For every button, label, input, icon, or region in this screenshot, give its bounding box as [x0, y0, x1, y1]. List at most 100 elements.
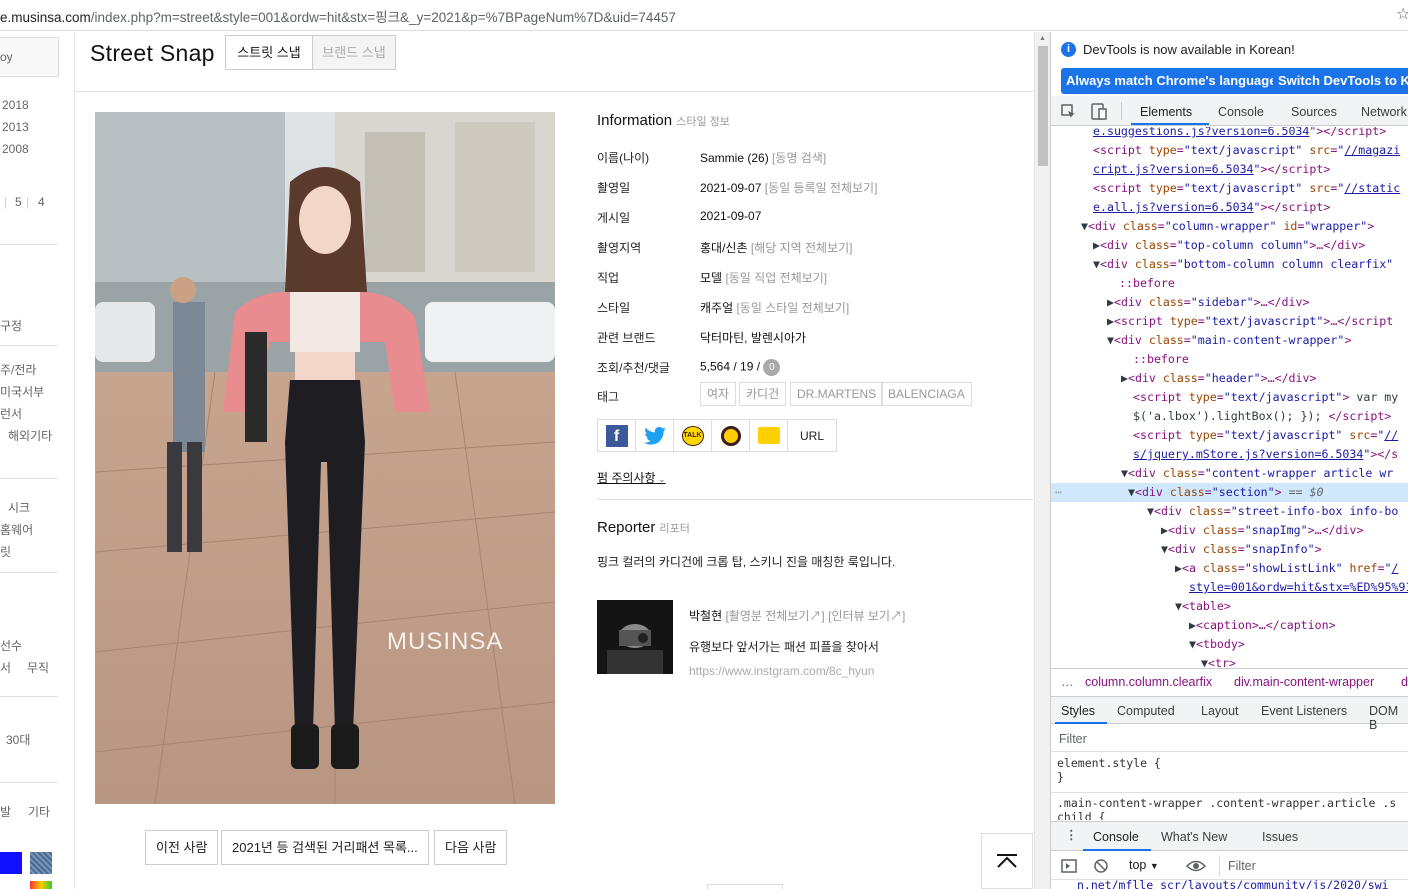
subtab-computed[interactable]: Computed: [1117, 704, 1175, 718]
subtab-event-listeners[interactable]: Event Listeners: [1261, 704, 1347, 718]
page-scrollbar[interactable]: ▲: [1034, 32, 1050, 889]
dom-line[interactable]: cript.js?version=6.5034"></script>: [1093, 160, 1330, 179]
sidebar-page[interactable]: 4: [38, 195, 45, 209]
breadcrumb-item[interactable]: div.main-content-wrapper: [1234, 669, 1374, 695]
scrollbar-thumb[interactable]: [1038, 46, 1048, 166]
dom-line[interactable]: s/jquery.mStore.js?version=6.5034"></s: [1133, 445, 1398, 464]
console-log-link[interactable]: n.net/mflle_scr/layouts/community/js/202…: [1077, 878, 1389, 889]
dom-line[interactable]: <script type="text/javascript" src="//st…: [1093, 179, 1400, 198]
sidebar-item[interactable]: 기타: [28, 803, 50, 820]
kakaotalk-share-button[interactable]: TALK: [674, 420, 712, 451]
next-person-button[interactable]: 다음 사람: [434, 830, 508, 865]
dom-line[interactable]: $('a.lbox').lightBox(); }); </script>: [1133, 407, 1391, 426]
copyright-notice-link[interactable]: 펌 주의사항 ⌄: [597, 469, 666, 486]
dom-line[interactable]: ▼<div class="content-wrapper article wr: [1121, 464, 1393, 483]
sidebar-year[interactable]: 2018: [2, 98, 29, 112]
styles-filter-bar[interactable]: Filter: [1051, 725, 1408, 752]
drawer-tab-console[interactable]: Console: [1093, 830, 1139, 844]
reporter-instagram-link[interactable]: https://www.instgram.com/8c_hyun: [689, 664, 874, 678]
reporter-all-shots-link[interactable]: [촬영분 전체보기↗]: [725, 609, 824, 623]
sidebar-item[interactable]: 무직: [27, 659, 49, 676]
dom-line[interactable]: ▼<div class="bottom-column column clearf…: [1093, 255, 1393, 274]
dom-line[interactable]: ▶<div class="header">…</div>: [1121, 369, 1316, 388]
sidebar-item[interactable]: 해외기타: [8, 427, 52, 444]
breadcrumb-more-icon[interactable]: …: [1061, 669, 1074, 695]
tab-street-snap[interactable]: 스트릿 스냅: [225, 35, 313, 70]
sidebar-item[interactable]: 미국서부: [0, 383, 44, 400]
dom-line[interactable]: ▼<tr>: [1201, 654, 1236, 667]
dom-line[interactable]: ▶<div class="sidebar">…</div>: [1107, 293, 1309, 312]
always-match-language-button[interactable]: Always match Chrome's language: [1061, 68, 1282, 94]
drawer-tab-whats-new[interactable]: What's New: [1161, 830, 1227, 844]
dom-line[interactable]: e.suggestions.js?version=6.5034"></scrip…: [1093, 127, 1386, 141]
prev-person-button[interactable]: 이전 사람: [145, 830, 219, 865]
dom-line[interactable]: ▶<div class="snapImg">…</div>: [1161, 521, 1363, 540]
sidebar-page[interactable]: 5: [15, 195, 22, 209]
tab-sources[interactable]: Sources: [1291, 105, 1337, 119]
sidebar-year[interactable]: 2013: [2, 120, 29, 134]
dom-line[interactable]: ▼<div class="main-content-wrapper">: [1107, 331, 1351, 350]
styles-filter-input[interactable]: Filter: [1059, 732, 1087, 746]
info-link[interactable]: [동일 스타일 전체보기]: [736, 301, 849, 315]
sidebar-year[interactable]: 2008: [2, 142, 29, 156]
sidebar-item[interactable]: 런서: [0, 405, 22, 422]
sidebar-item[interactable]: 릿: [0, 543, 11, 560]
dom-line[interactable]: ▼<table>: [1175, 597, 1231, 616]
twitter-share-button[interactable]: [636, 420, 674, 451]
sidebar-item[interactable]: 선수: [0, 637, 22, 654]
dom-line[interactable]: <script type="text/javascript" src="//ma…: [1093, 141, 1400, 160]
dom-line[interactable]: ::before: [1133, 350, 1189, 369]
dom-line[interactable]: ▼<tbody>: [1189, 635, 1245, 654]
scroll-up-arrow-icon[interactable]: ▲: [1039, 35, 1046, 42]
scroll-top-button[interactable]: [981, 833, 1033, 889]
sidebar-item[interactable]: 주/전라: [0, 361, 36, 378]
tab-network[interactable]: Network: [1361, 105, 1407, 119]
copy-url-button[interactable]: URL: [788, 420, 836, 451]
snap-photo[interactable]: MUSINSA: [95, 112, 555, 804]
breadcrumb-item[interactable]: column.column.clearfix: [1085, 669, 1212, 695]
kakaostory-share-button[interactable]: [712, 420, 750, 451]
list-button[interactable]: 2021년 등 검색된 거리패션 목록...: [221, 830, 429, 865]
breadcrumb-item[interactable]: d: [1401, 669, 1408, 695]
sidebar-item[interactable]: 발: [0, 803, 11, 820]
sidebar-box[interactable]: oy: [0, 37, 59, 77]
drawer-tab-issues[interactable]: Issues: [1262, 830, 1298, 844]
info-link[interactable]: [동명 검색]: [772, 151, 826, 165]
sidebar-item[interactable]: 홈웨어: [0, 521, 33, 538]
tab-console[interactable]: Console: [1218, 105, 1264, 119]
dom-line[interactable]: <script type="text/javascript" src="//: [1133, 426, 1398, 445]
drawer-menu-icon[interactable]: ⋮: [1065, 827, 1078, 842]
dom-line[interactable]: ::before: [1119, 274, 1175, 293]
color-swatch-blue[interactable]: [0, 852, 22, 874]
url-text[interactable]: e.musinsa.com/index.php?m=street&style=0…: [0, 6, 676, 26]
info-link[interactable]: [동일 등록일 전체보기]: [765, 181, 878, 195]
device-toolbar-icon[interactable]: [1091, 103, 1107, 120]
folder-share-button[interactable]: [750, 420, 788, 451]
dom-line[interactable]: ▼<div class="street-info-box info-bo: [1147, 502, 1398, 521]
sidebar-toggle-icon[interactable]: [1061, 858, 1077, 874]
color-swatch-denim[interactable]: [30, 852, 52, 874]
dom-line[interactable]: style=001&ordw=hit&stx=%ED%95%91%: [1189, 578, 1408, 597]
info-link[interactable]: [해당 지역 전체보기]: [751, 241, 853, 255]
dom-line[interactable]: <script type="text/javascript"> var my: [1133, 388, 1398, 407]
sidebar-item[interactable]: 30대: [6, 731, 30, 748]
color-swatch-multi[interactable]: [30, 881, 52, 889]
reporter-name[interactable]: 박철현: [689, 609, 722, 623]
tab-elements[interactable]: Elements: [1140, 105, 1192, 119]
dom-line[interactable]: ▶<div class="top-column column">…</div>: [1093, 236, 1365, 255]
info-value[interactable]: 닥터마틴, 발렌시아가: [700, 331, 806, 345]
context-selector[interactable]: top ▼: [1129, 858, 1159, 872]
inspect-element-icon[interactable]: [1061, 104, 1077, 120]
subtab-styles[interactable]: Styles: [1061, 704, 1095, 718]
sidebar-item[interactable]: 시크: [8, 499, 30, 516]
tag-chip[interactable]: DR.MARTENS: [790, 382, 884, 406]
tag-chip[interactable]: 카디건: [739, 382, 787, 406]
dom-line[interactable]: ▶<caption>…</caption>: [1189, 616, 1336, 635]
sidebar-item[interactable]: 서: [0, 659, 11, 676]
subtab-layout[interactable]: Layout: [1201, 704, 1239, 718]
dom-line[interactable]: ▼<div class="snapInfo">: [1161, 540, 1322, 559]
comment-count-badge[interactable]: 0: [763, 359, 781, 376]
style-rule[interactable]: .main-content-wrapper .content-wrapper.a…: [1057, 796, 1396, 820]
dom-line[interactable]: ▶<script type="text/javascript">…</scrip…: [1107, 312, 1393, 331]
tab-brand-snap[interactable]: 브랜드 스냅: [312, 35, 396, 70]
